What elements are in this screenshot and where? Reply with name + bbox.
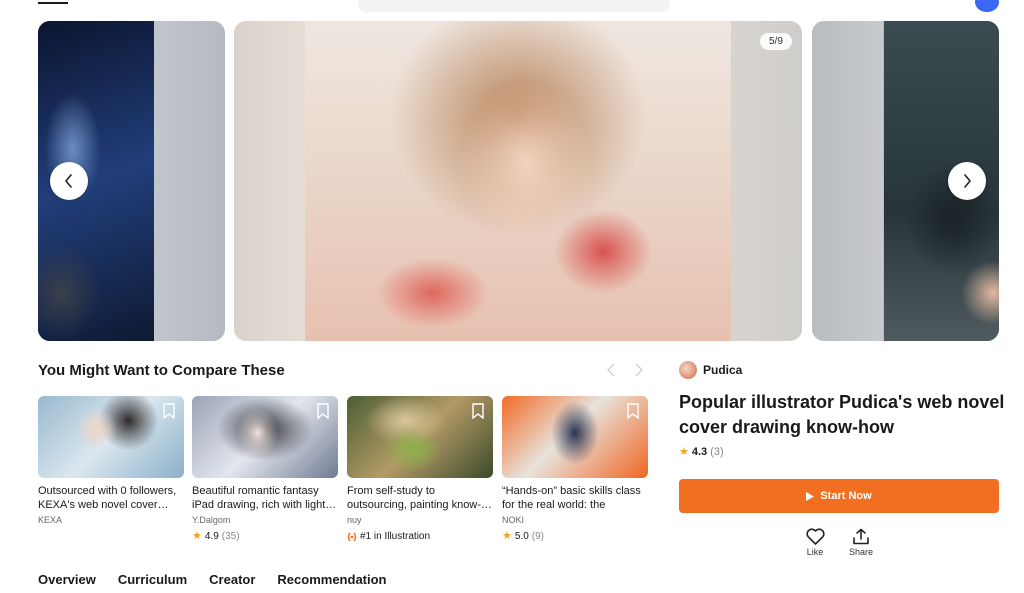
carousel-prev-button[interactable] <box>50 162 88 200</box>
card-badge: #1 in Illustration <box>347 531 493 542</box>
creator-link[interactable]: Pudica <box>679 361 742 379</box>
product-title: Popular illustrator Pudica's web novel c… <box>679 392 1005 437</box>
rating-count: (35) <box>221 531 240 542</box>
share-label: Share <box>848 547 874 557</box>
bookmark-icon[interactable] <box>316 403 330 419</box>
chevron-left-icon <box>607 363 615 377</box>
compare-next-button[interactable] <box>632 362 646 378</box>
tab-overview[interactable]: Overview <box>38 572 96 587</box>
card-author: Y.Dalgom <box>192 515 231 525</box>
product-rating: ★ 4.3 (3) <box>679 446 724 458</box>
bookmark-icon[interactable] <box>471 403 485 419</box>
compare-card[interactable]: Beautiful romantic fantasy iPad drawing,… <box>192 396 338 542</box>
rating-value: 4.9 <box>204 531 219 542</box>
carousel-next-button[interactable] <box>948 162 986 200</box>
image-carousel <box>0 21 1024 341</box>
slide-artwork <box>305 21 731 341</box>
compare-card[interactable]: “Hands-on” basic skills class for the re… <box>502 396 648 542</box>
card-author: nuy <box>347 515 362 525</box>
card-title: Outsourced with 0 followers, KEXA's web … <box>38 485 177 511</box>
creator-name: Pudica <box>703 363 743 377</box>
tab-recommendation[interactable]: Recommendation <box>277 572 386 587</box>
card-title: Beautiful romantic fantasy iPad drawing,… <box>192 485 337 511</box>
star-icon: ★ <box>502 530 512 542</box>
star-icon: ★ <box>192 530 202 542</box>
user-avatar[interactable] <box>975 0 999 12</box>
bookmark-icon[interactable] <box>626 403 640 419</box>
carousel-slide-current[interactable] <box>234 21 802 341</box>
tab-curriculum[interactable]: Curriculum <box>118 572 187 587</box>
laurel-icon <box>347 532 357 541</box>
card-author: KEXA <box>38 515 63 525</box>
page-tabs: Overview Curriculum Creator Recommendati… <box>38 572 387 587</box>
rating-count: (3) <box>710 446 724 458</box>
rating-value: 4.3 <box>691 446 708 458</box>
card-thumbnail <box>347 396 493 478</box>
chevron-right-icon <box>635 363 643 377</box>
rating-count: (9) <box>531 531 545 542</box>
search-bar[interactable] <box>358 0 670 12</box>
card-author: NOKI <box>502 515 525 525</box>
slide-counter: 5/9 <box>760 33 792 50</box>
card-title: “Hands-on” basic skills class for the re… <box>502 485 641 511</box>
share-icon <box>853 528 869 545</box>
share-button[interactable]: Share <box>845 528 877 557</box>
start-now-button[interactable]: Start Now <box>679 479 999 513</box>
rating-value: 5.0 <box>514 531 529 542</box>
compare-prev-button[interactable] <box>604 362 618 378</box>
like-button[interactable]: Like <box>799 528 831 557</box>
star-icon: ★ <box>679 445 689 458</box>
card-title: From self-study to outsourcing, painting… <box>347 485 492 511</box>
card-thumbnail <box>192 396 338 478</box>
creator-avatar <box>679 361 697 379</box>
like-label: Like <box>806 547 824 557</box>
card-rating: ★ 5.0 (9) <box>502 530 648 543</box>
compare-card[interactable]: From self-study to outsourcing, painting… <box>347 396 493 542</box>
badge-text: #1 in Illustration <box>360 531 431 542</box>
compare-card[interactable]: Outsourced with 0 followers, KEXA's web … <box>38 396 184 525</box>
bookmark-icon[interactable] <box>162 403 176 419</box>
heart-icon <box>805 528 825 545</box>
start-now-label: Start Now <box>820 490 872 502</box>
card-rating: ★ 4.9 (35) <box>192 530 338 543</box>
logo[interactable] <box>38 0 68 4</box>
compare-section-title: You Might Want to Compare These <box>38 362 285 379</box>
chevron-left-icon <box>65 174 72 188</box>
chevron-right-icon <box>964 174 971 188</box>
play-icon <box>806 491 815 501</box>
card-thumbnail <box>38 396 184 478</box>
tab-creator[interactable]: Creator <box>209 572 255 587</box>
top-header <box>0 0 1024 14</box>
card-thumbnail <box>502 396 648 478</box>
